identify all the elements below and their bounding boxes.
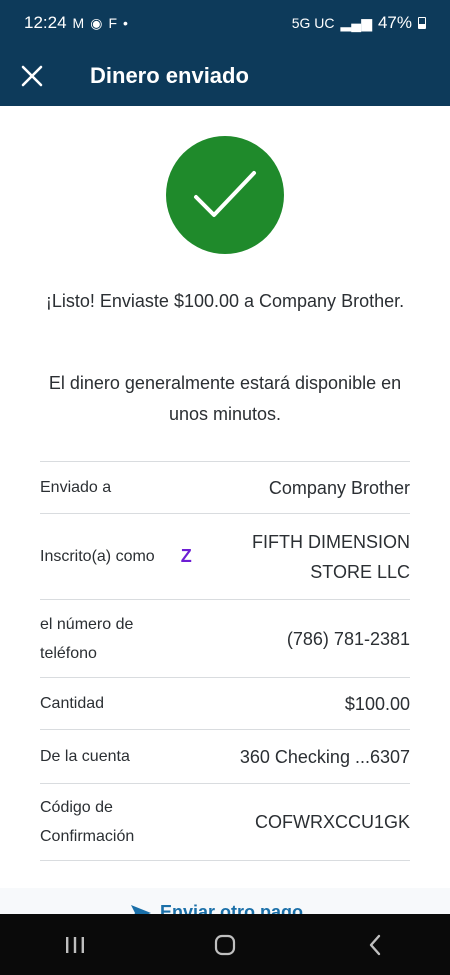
detail-value: COFWRXCCU1GK [254, 812, 410, 832]
network-type: 5G UC [291, 15, 335, 31]
system-nav-bar [0, 914, 450, 975]
close-icon [21, 65, 43, 87]
send-icon [131, 904, 151, 914]
back-button[interactable] [345, 925, 405, 965]
status-bar: 12:24 M ◉ F • 5G UC ▂▄▆ 47% [0, 0, 450, 46]
status-left: 12:24 M ◉ F • [24, 13, 128, 33]
signal-icon: ▂▄▆ [340, 14, 372, 31]
send-another-payment-label: Enviar otro pago [160, 902, 304, 914]
availability-message: El dinero generalmente estará disponible… [48, 373, 402, 424]
detail-row-enrolled-as: Inscrito(a) como Z FIFTH DIMENSION STORE… [40, 513, 410, 599]
send-another-payment-button[interactable]: Enviar otro pago [130, 902, 303, 914]
back-icon [369, 934, 381, 955]
detail-value: Company Brother [268, 477, 410, 498]
detail-label: Cantidad [40, 695, 105, 712]
detail-value: FIFTH DIMENSION STORE LLC [252, 531, 410, 582]
home-button[interactable] [195, 925, 255, 965]
page-title: Dinero enviado [90, 63, 249, 88]
zelle-icon: Z [180, 546, 192, 566]
detail-row-phone: el número de teléfono (786) 781-2381 [40, 599, 410, 677]
detail-row-amount: Cantidad $100.00 [40, 677, 410, 729]
battery-icon [418, 17, 426, 29]
details-table: Enviado a Company Brother Inscrito(a) co… [40, 461, 410, 861]
detail-value: (786) 781-2381 [286, 628, 410, 649]
app-notification-icon: ◉ [90, 14, 103, 31]
detail-label: De la cuenta [40, 748, 130, 765]
bottom-action-bar: Enviar otro pago [0, 888, 450, 914]
battery-percent: 47% [377, 13, 412, 32]
more-notifications-icon: • [123, 15, 128, 31]
detail-value: $100.00 [344, 693, 410, 714]
app-bar: Dinero enviado [0, 46, 450, 106]
status-time: 12:24 [24, 13, 67, 32]
detail-row-sent-to: Enviado a Company Brother [40, 461, 410, 513]
detail-value: 360 Checking ...6307 [239, 746, 410, 767]
detail-label: Código de Confirmación [40, 799, 135, 845]
status-right: 5G UC ▂▄▆ 47% [292, 13, 426, 33]
detail-label: Inscrito(a) como [40, 548, 155, 565]
success-badge [166, 136, 284, 254]
home-icon [214, 934, 236, 955]
detail-row-from-account: De la cuenta 360 Checking ...6307 [40, 729, 410, 783]
detail-label: el número de teléfono [40, 615, 134, 662]
flash-notification-icon: F [108, 15, 117, 31]
close-button[interactable] [0, 46, 64, 106]
gmail-notification-icon: M [72, 15, 85, 31]
checkmark-icon [194, 171, 256, 217]
detail-label: Enviado a [40, 479, 112, 496]
detail-row-confirmation-code: Código de Confirmación COFWRXCCU1GK [40, 783, 410, 861]
recent-apps-icon [66, 936, 84, 953]
confirmation-message: ¡Listo! Enviaste $100.00 a Company Broth… [45, 291, 405, 311]
recent-apps-button[interactable] [45, 925, 105, 965]
